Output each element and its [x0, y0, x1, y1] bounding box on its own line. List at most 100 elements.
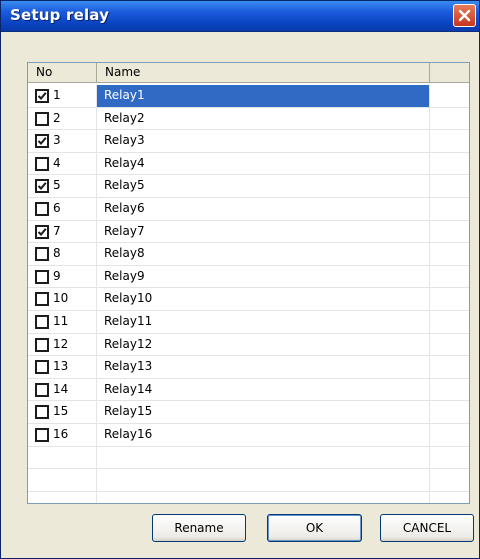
- relay-checkbox[interactable]: [35, 314, 49, 329]
- relay-number: 5: [53, 178, 61, 193]
- cell-name: Relay16: [97, 423, 430, 446]
- column-header-no[interactable]: No: [28, 63, 97, 82]
- setup-relay-dialog: Setup relay No Name 1 Relay1 2 Relay2 3 Relay…: [0, 0, 480, 559]
- relay-name: Relay11: [104, 313, 153, 328]
- cell-name: Relay15: [97, 401, 430, 423]
- relay-checkbox[interactable]: [35, 134, 49, 149]
- relay-name: Relay14: [104, 381, 153, 396]
- relay-checkbox[interactable]: [35, 224, 49, 239]
- title-bar[interactable]: Setup relay: [1, 1, 479, 32]
- relay-number: 7: [53, 223, 61, 238]
- table-row[interactable]: 8 Relay8: [28, 243, 469, 266]
- checkmark-icon: [37, 137, 47, 146]
- close-button[interactable]: [453, 4, 476, 27]
- empty-row: [28, 491, 469, 503]
- table-row[interactable]: 9 Relay9: [28, 265, 469, 289]
- column-header-blank[interactable]: [430, 63, 469, 82]
- relay-checkbox[interactable]: [35, 247, 49, 262]
- relay-checkbox[interactable]: [35, 405, 49, 420]
- relay-list[interactable]: No Name 1 Relay1 2 Relay2 3 Relay3 4 Relay4 5 Rel…: [27, 62, 470, 504]
- cell-name: Relay2: [97, 107, 430, 130]
- relay-checkbox[interactable]: [35, 179, 49, 194]
- relay-name: Relay7: [104, 223, 145, 238]
- relay-checkbox[interactable]: [35, 337, 49, 352]
- list-header: No Name: [28, 63, 469, 83]
- checkmark-icon: [37, 182, 47, 191]
- table-row[interactable]: 2 Relay2: [28, 107, 469, 131]
- cell-no: 9: [28, 265, 97, 288]
- cell-no: 14: [28, 378, 97, 401]
- cell-no: 5: [28, 175, 97, 197]
- cell-no: 15: [28, 401, 97, 423]
- relay-number: 11: [53, 313, 69, 328]
- table-row[interactable]: 16 Relay16: [28, 423, 469, 447]
- cell-name: Relay1: [97, 85, 430, 107]
- cell-name: Relay3: [97, 130, 430, 152]
- empty-row: [28, 446, 469, 470]
- table-row[interactable]: 15 Relay15: [28, 401, 469, 424]
- relay-number: 3: [53, 133, 61, 148]
- relay-checkbox[interactable]: [35, 269, 49, 284]
- table-row[interactable]: 14 Relay14: [28, 378, 469, 402]
- relay-name: Relay15: [104, 404, 153, 419]
- cell-name: Relay6: [97, 197, 430, 220]
- table-row[interactable]: 4 Relay4: [28, 152, 469, 176]
- cell-name: Relay5: [97, 175, 430, 197]
- window-title: Setup relay: [10, 6, 110, 24]
- empty-row: [28, 469, 469, 492]
- relay-checkbox[interactable]: [35, 382, 49, 397]
- table-row[interactable]: 5 Relay5: [28, 175, 469, 198]
- relay-number: 15: [53, 404, 69, 419]
- relay-checkbox[interactable]: [35, 111, 49, 126]
- relay-number: 12: [53, 336, 69, 351]
- table-row[interactable]: 7 Relay7: [28, 220, 469, 244]
- table-row[interactable]: 13 Relay13: [28, 356, 469, 379]
- cell-no: 13: [28, 356, 97, 378]
- relay-number: 8: [53, 246, 61, 261]
- cell-name: Relay11: [97, 310, 430, 333]
- relay-checkbox[interactable]: [35, 360, 49, 375]
- relay-number: 6: [53, 200, 61, 215]
- relay-number: 14: [53, 381, 69, 396]
- cell-name: Relay8: [97, 243, 430, 265]
- table-row[interactable]: 6 Relay6: [28, 197, 469, 221]
- relay-checkbox[interactable]: [35, 89, 49, 103]
- relay-number: 1: [53, 88, 61, 102]
- relay-checkbox[interactable]: [35, 427, 49, 442]
- cell-no: 6: [28, 197, 97, 220]
- relay-name: Relay8: [104, 246, 145, 261]
- relay-number: 16: [53, 426, 69, 441]
- cell-no: 11: [28, 310, 97, 333]
- cell-name: Relay9: [97, 265, 430, 288]
- cell-name: Relay13: [97, 356, 430, 378]
- relay-name: Relay13: [104, 359, 153, 374]
- relay-name: Relay9: [104, 268, 145, 283]
- relay-number: 13: [53, 359, 69, 374]
- cell-no: 8: [28, 243, 97, 265]
- relay-name: Relay4: [104, 155, 145, 170]
- ok-button[interactable]: OK: [267, 514, 362, 542]
- column-header-name[interactable]: Name: [97, 63, 430, 82]
- cell-no: 1: [28, 85, 97, 107]
- cancel-button[interactable]: CANCEL: [380, 514, 474, 542]
- table-row[interactable]: 3 Relay3: [28, 130, 469, 153]
- cell-name: Relay4: [97, 152, 430, 175]
- checkmark-icon: [37, 227, 47, 236]
- relay-checkbox[interactable]: [35, 292, 49, 307]
- checkmark-icon: [37, 92, 47, 100]
- relay-number: 4: [53, 155, 61, 170]
- relay-number: 2: [53, 110, 61, 125]
- rename-button[interactable]: Rename: [152, 514, 246, 542]
- table-row[interactable]: 12 Relay12: [28, 333, 469, 357]
- relay-name: Relay2: [104, 110, 145, 125]
- close-icon: [458, 9, 471, 22]
- table-row[interactable]: 1 Relay1: [28, 85, 469, 108]
- relay-checkbox[interactable]: [35, 156, 49, 171]
- list-rows: 1 Relay1 2 Relay2 3 Relay3 4 Relay4 5 Relay5 6 Rela…: [28, 85, 469, 503]
- table-row[interactable]: 11 Relay11: [28, 310, 469, 334]
- relay-checkbox[interactable]: [35, 201, 49, 216]
- cell-no: 2: [28, 107, 97, 130]
- cell-no: 3: [28, 130, 97, 152]
- table-row[interactable]: 10 Relay10: [28, 288, 469, 311]
- cell-no: 10: [28, 288, 97, 310]
